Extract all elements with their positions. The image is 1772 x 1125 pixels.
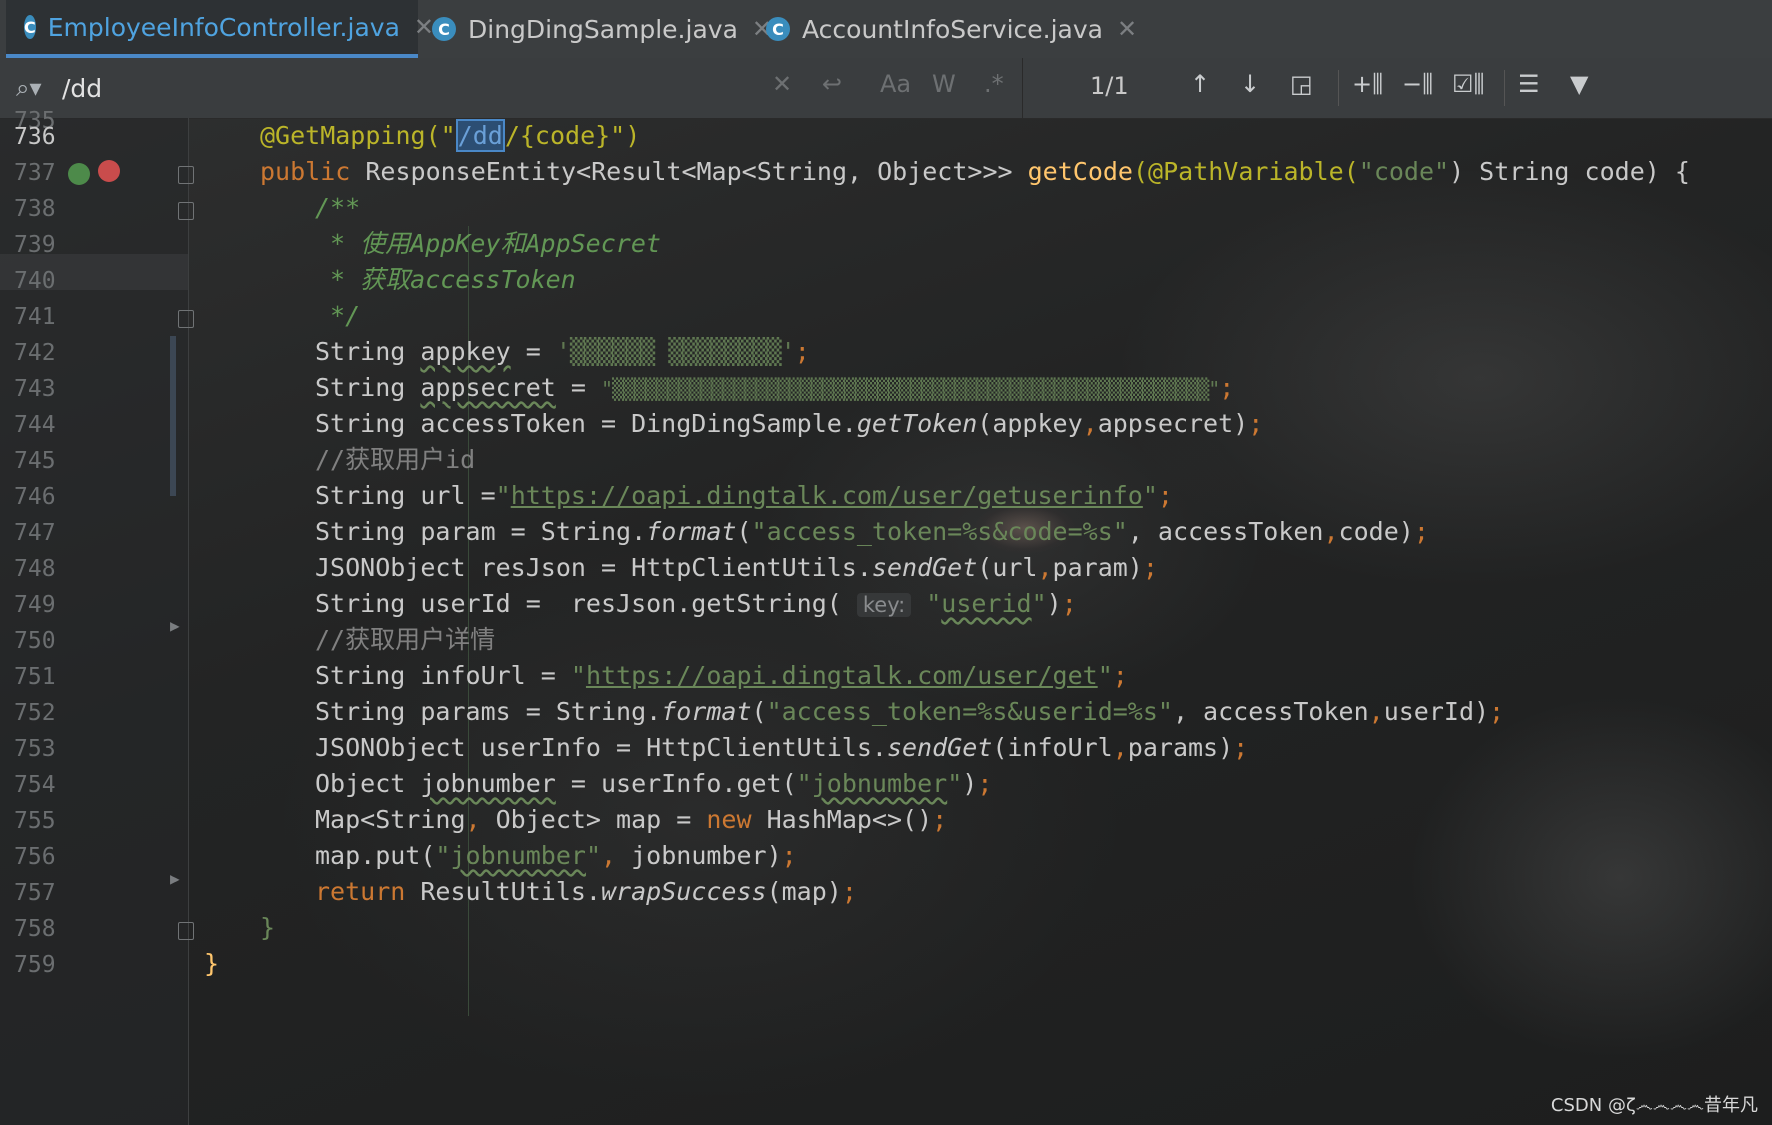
code-line-745: //获取用户id	[315, 445, 476, 474]
url-link[interactable]: https://oapi.dingtalk.com/user/get	[586, 661, 1098, 690]
search-match-highlight: /dd	[455, 119, 505, 152]
code-line-738: /**	[315, 193, 361, 222]
add-selection-icon[interactable]: +⫼	[1352, 70, 1383, 98]
close-icon[interactable]: ✕	[1117, 15, 1137, 43]
tab-label: DingDingSample.java	[468, 14, 738, 44]
code-line-737: public ResponseEntity<Result<Map<String,…	[260, 157, 1690, 186]
line-number: 751	[14, 664, 56, 690]
code-line-748: JSONObject resJson = HttpClientUtils.sen…	[315, 553, 1158, 582]
code-line-736: @GetMapping("/dd/{code}")	[260, 119, 641, 152]
regex-button[interactable]: .*	[984, 70, 1004, 98]
previous-occurrence-icon[interactable]: ↑	[1190, 70, 1210, 98]
line-number: 755	[14, 808, 56, 834]
code-line-740: * 获取accessToken	[315, 265, 576, 294]
code-editor[interactable]: @GetMapping("/dd/{code}") public Respons…	[200, 118, 1760, 1125]
select-all-occurrences-icon[interactable]: ☑⫼	[1452, 70, 1485, 98]
tab-employee-info-controller[interactable]: C EmployeeInfoController.java ✕	[6, 0, 434, 58]
line-number: 739	[14, 232, 56, 258]
code-line-758: }	[260, 913, 276, 942]
search-input[interactable]	[60, 66, 764, 110]
line-number: 754	[14, 772, 56, 798]
fold-marker-icon[interactable]	[178, 922, 194, 940]
java-class-icon: C	[24, 15, 36, 39]
divider	[1338, 70, 1339, 106]
line-number: 742	[14, 340, 56, 366]
code-line-742: String appkey = '▒▒▒▒▒▒ ▒▒▒▒▒▒▒▒';	[315, 337, 810, 366]
code-line-755: Map<String, Object> map = new HashMap<>(…	[315, 805, 948, 834]
fold-marker-icon[interactable]	[178, 166, 194, 184]
code-line-751: String infoUrl = "https://oapi.dingtalk.…	[315, 661, 1128, 690]
method-mapping-icon[interactable]	[98, 160, 120, 182]
java-class-icon: C	[432, 17, 456, 41]
line-number: 757	[14, 880, 56, 906]
line-number: 740	[14, 268, 56, 294]
line-number: 743	[14, 376, 56, 402]
code-line-743: String appsecret = "▒▒▒▒▒▒▒▒▒▒▒▒▒▒▒▒▒▒▒▒…	[315, 373, 1235, 402]
code-line-754: Object jobnumber = userInfo.get("jobnumb…	[315, 769, 993, 798]
line-number: 756	[14, 844, 56, 870]
open-in-window-icon[interactable]: ◲	[1290, 70, 1313, 98]
code-line-752: String params = String.format("access_to…	[315, 697, 1505, 726]
line-number: 737	[14, 160, 56, 186]
line-number: 746	[14, 484, 56, 510]
line-number: 741	[14, 304, 56, 330]
tab-account-info-service[interactable]: C AccountInfoService.java ✕	[766, 0, 1137, 58]
url-link[interactable]: https://oapi.dingtalk.com/user/getuserin…	[511, 481, 1143, 510]
next-occurrence-icon[interactable]: ↓	[1240, 70, 1260, 98]
java-class-icon: C	[766, 17, 790, 41]
clear-search-icon[interactable]: ✕	[772, 70, 792, 98]
line-number: 745	[14, 448, 56, 474]
redacted-value: '▒▒▒▒▒▒ ▒▒▒▒▒▒▒▒'	[555, 337, 796, 366]
code-line-746: String url ="https://oapi.dingtalk.com/u…	[315, 481, 1173, 510]
close-icon[interactable]: ✕	[414, 13, 434, 41]
new-line-icon[interactable]: ↩	[822, 70, 842, 98]
code-line-741: */	[315, 301, 361, 330]
fold-arrow-icon[interactable]: ▶	[170, 869, 180, 888]
line-number: 738	[14, 196, 56, 222]
filter-options-icon[interactable]: ☰	[1518, 70, 1540, 98]
code-line-739: * 使用AppKey和AppSecret	[315, 229, 661, 258]
watermark: CSDN @ζ෴෴෴෴昔年凡	[1550, 1095, 1758, 1116]
line-number: 747	[14, 520, 56, 546]
code-line-753: JSONObject userInfo = HttpClientUtils.se…	[315, 733, 1249, 762]
spring-bean-icon[interactable]	[68, 163, 90, 185]
filter-icon[interactable]: ▼	[1570, 70, 1588, 98]
fold-marker-icon[interactable]	[178, 202, 194, 220]
line-number: 744	[14, 412, 56, 438]
fold-marker-icon[interactable]	[178, 310, 194, 328]
search-icon[interactable]: ⌕▾	[16, 74, 42, 102]
divider	[1504, 70, 1505, 106]
match-case-button[interactable]: Aa	[880, 70, 911, 98]
whole-words-button[interactable]: W	[932, 70, 956, 98]
code-line-756: map.put("jobnumber", jobnumber);	[315, 841, 797, 870]
match-count: 1/1	[1090, 72, 1129, 100]
find-bar: ⌕▾ ✕ ↩ Aa W .* 1/1 ↑ ↓ ◲ +⫼ −⫼ ☑⫼ ☰ ▼	[0, 58, 1772, 119]
line-number: 736	[14, 124, 56, 150]
divider	[1022, 58, 1023, 118]
line-number: 753	[14, 736, 56, 762]
fold-arrow-icon[interactable]: ▶	[170, 616, 180, 635]
redacted-value: "▒▒▒▒▒▒▒▒▒▒▒▒▒▒▒▒▒▒▒▒▒▒▒▒▒▒▒▒▒▒▒▒▒▒▒▒▒▒▒…	[600, 377, 1220, 401]
tab-label: AccountInfoService.java	[802, 14, 1103, 44]
line-number: 758	[14, 916, 56, 942]
line-number: 759	[14, 952, 56, 978]
line-number: 749	[14, 592, 56, 618]
code-line-757: return ResultUtils.wrapSuccess(map);	[315, 877, 857, 906]
line-number: 752	[14, 700, 56, 726]
code-line-759: }	[204, 949, 220, 978]
editor-tab-bar: C EmployeeInfoController.java ✕ C DingDi…	[0, 0, 1772, 59]
tab-dingding-sample[interactable]: C DingDingSample.java ✕	[432, 0, 772, 58]
tab-label: EmployeeInfoController.java	[47, 12, 400, 42]
code-line-744: String accessToken = DingDingSample.getT…	[315, 409, 1264, 438]
line-number: 748	[14, 556, 56, 582]
line-number-gutter: 735 736 737 738 739 740 741 742 743 744 745 746 747…	[0, 108, 194, 1125]
code-line-749: String userId = resJson.getString( key: …	[315, 589, 1077, 618]
parameter-hint: key:	[856, 593, 912, 617]
vcs-change-marker	[170, 336, 176, 496]
line-number: 750	[14, 628, 56, 654]
unselect-occurrence-icon[interactable]: −⫼	[1402, 70, 1433, 98]
code-line-747: String param = String.format("access_tok…	[315, 517, 1429, 546]
code-line-750: //获取用户详情	[315, 625, 496, 654]
